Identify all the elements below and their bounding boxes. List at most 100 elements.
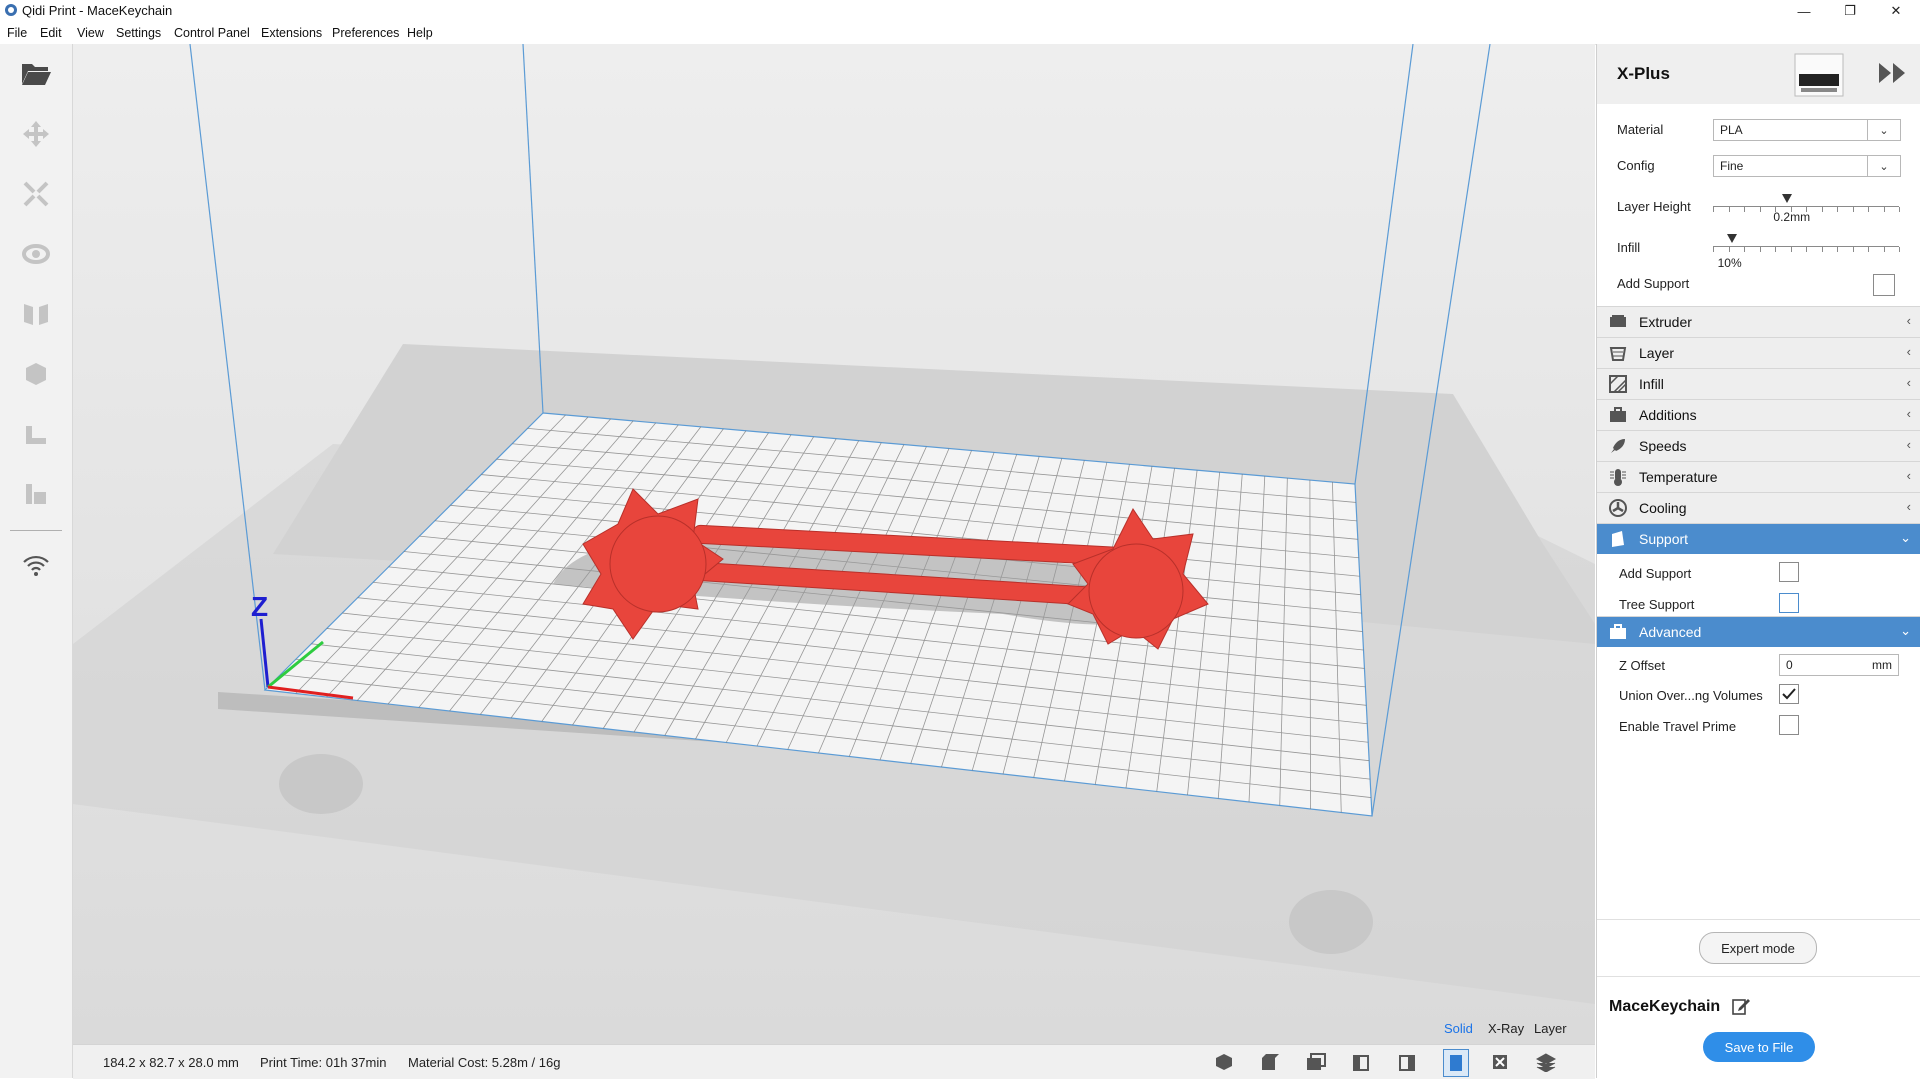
section-speeds[interactable]: Speeds ‹ bbox=[1597, 430, 1920, 461]
section-label: Temperature bbox=[1639, 469, 1718, 485]
expert-mode-button[interactable]: Expert mode bbox=[1699, 932, 1817, 964]
view-3d-icon bbox=[1216, 1054, 1232, 1070]
move-tool[interactable] bbox=[12, 110, 60, 158]
menu-control-panel[interactable]: Control Panel bbox=[174, 26, 250, 40]
view-top-button[interactable] bbox=[1305, 1052, 1327, 1072]
config-value: Fine bbox=[1720, 159, 1744, 173]
view-solid-button[interactable] bbox=[1443, 1049, 1469, 1077]
view-mode-layer[interactable]: Layer bbox=[1534, 1021, 1567, 1036]
slider-tick bbox=[1821, 207, 1823, 212]
wifi-print-tool[interactable] bbox=[12, 542, 60, 590]
infill-slider[interactable] bbox=[1713, 234, 1900, 258]
infill-label: Infill bbox=[1617, 240, 1641, 255]
z-offset-value: 0 bbox=[1786, 658, 1793, 672]
printer-header: X-Plus bbox=[1597, 44, 1920, 104]
lay-flat-tool[interactable] bbox=[12, 470, 60, 518]
folder-open-icon bbox=[22, 64, 51, 85]
union-volumes-checkbox[interactable] bbox=[1779, 684, 1799, 704]
travel-prime-label: Enable Travel Prime bbox=[1619, 719, 1737, 734]
panel-divider bbox=[1597, 976, 1920, 977]
slider-thumb[interactable] bbox=[1726, 234, 1737, 243]
travel-prime-checkbox[interactable] bbox=[1779, 715, 1799, 735]
slider-tick bbox=[1899, 207, 1900, 212]
toolbar-divider bbox=[10, 530, 62, 531]
infill-value: 10% bbox=[1717, 256, 1742, 270]
support-add-support-checkbox[interactable] bbox=[1779, 562, 1799, 582]
minimize-button[interactable]: — bbox=[1781, 0, 1827, 22]
chevron-left-icon: ‹ bbox=[1906, 499, 1911, 514]
open-file-button[interactable] bbox=[12, 50, 60, 98]
additions-icon bbox=[1610, 407, 1626, 422]
chevron-left-icon: ‹ bbox=[1906, 406, 1911, 421]
menu-edit[interactable]: Edit bbox=[40, 26, 62, 40]
z-offset-input[interactable]: 0 mm bbox=[1779, 654, 1899, 676]
slider-tick bbox=[1713, 207, 1714, 212]
menu-help[interactable]: Help bbox=[407, 26, 433, 40]
restore-button[interactable]: ❐ bbox=[1827, 0, 1873, 22]
menu-view[interactable]: View bbox=[77, 26, 104, 40]
config-dropdown[interactable]: Fine ⌄ bbox=[1713, 155, 1901, 177]
material-dropdown[interactable]: PLA ⌄ bbox=[1713, 119, 1901, 141]
3d-viewport[interactable]: Z bbox=[73, 44, 1595, 1044]
slider-tick bbox=[1883, 247, 1885, 252]
slider-tick bbox=[1837, 247, 1838, 252]
wifi-icon bbox=[23, 555, 49, 576]
checkmark-icon bbox=[1782, 688, 1796, 700]
mirror-tool[interactable] bbox=[12, 290, 60, 338]
edit-job-name-button[interactable] bbox=[1731, 996, 1751, 1016]
view-right-button[interactable] bbox=[1397, 1052, 1419, 1072]
print-settings-panel: X-Plus Material PLA ⌄ Config Fine ⌄ Laye… bbox=[1596, 44, 1920, 1078]
menu-file[interactable]: File bbox=[7, 26, 27, 40]
menu-preferences[interactable]: Preferences bbox=[332, 26, 399, 40]
section-additions[interactable]: Additions ‹ bbox=[1597, 399, 1920, 430]
layer-icon bbox=[1609, 347, 1627, 361]
collapse-panel-button[interactable] bbox=[1875, 60, 1909, 86]
view-left-button[interactable] bbox=[1351, 1052, 1373, 1072]
section-advanced[interactable]: Advanced ⌄ bbox=[1597, 616, 1920, 647]
view-mode-xray[interactable]: X-Ray bbox=[1488, 1021, 1524, 1036]
view-layer-button[interactable] bbox=[1535, 1052, 1557, 1073]
view-xray-button[interactable] bbox=[1489, 1052, 1511, 1072]
material-label: Material bbox=[1617, 122, 1664, 137]
view-3d-button[interactable] bbox=[1213, 1052, 1235, 1072]
advanced-icon bbox=[1610, 624, 1626, 639]
view-right-icon bbox=[1399, 1055, 1415, 1071]
menu-settings[interactable]: Settings bbox=[116, 26, 161, 40]
z-offset-unit: mm bbox=[1872, 658, 1892, 672]
material-cost: Material Cost: 5.28m / 16g bbox=[408, 1055, 561, 1070]
add-support-checkbox[interactable] bbox=[1873, 274, 1895, 296]
chevron-left-icon: ‹ bbox=[1906, 375, 1911, 390]
menu-extensions[interactable]: Extensions bbox=[261, 26, 322, 40]
chevron-left-icon: ‹ bbox=[1906, 437, 1911, 452]
section-cooling[interactable]: Cooling ‹ bbox=[1597, 492, 1920, 523]
scale-tool[interactable] bbox=[12, 170, 60, 218]
close-button[interactable]: ✕ bbox=[1873, 0, 1919, 22]
section-layer[interactable]: Layer ‹ bbox=[1597, 337, 1920, 368]
slider-tick bbox=[1790, 247, 1792, 252]
speeds-icon bbox=[1611, 439, 1625, 453]
section-support[interactable]: Support ⌄ bbox=[1597, 523, 1920, 554]
slider-tick bbox=[1728, 207, 1730, 212]
cooling-icon bbox=[1609, 499, 1627, 517]
view-mode-solid[interactable]: Solid bbox=[1444, 1021, 1473, 1036]
slider-tick bbox=[1868, 207, 1869, 212]
save-to-file-button[interactable]: Save to File bbox=[1703, 1032, 1815, 1062]
section-extruder[interactable]: Extruder ‹ bbox=[1597, 306, 1920, 337]
plate-foot-left bbox=[279, 754, 363, 814]
view-front-button[interactable] bbox=[1259, 1052, 1281, 1072]
section-infill[interactable]: Infill ‹ bbox=[1597, 368, 1920, 399]
section-temperature[interactable]: Temperature ‹ bbox=[1597, 461, 1920, 492]
rotate-tool[interactable] bbox=[12, 230, 60, 278]
slider-tick bbox=[1821, 247, 1823, 252]
view-solid-icon bbox=[1450, 1055, 1462, 1071]
section-label: Infill bbox=[1639, 376, 1664, 392]
per-model-settings-tool[interactable] bbox=[12, 350, 60, 398]
status-bar: 184.2 x 82.7 x 28.0 mm Print Time: 01h 3… bbox=[73, 1044, 1595, 1079]
per-model-settings-icon bbox=[26, 363, 46, 385]
view-xray-icon bbox=[1493, 1055, 1507, 1069]
support-blocker-tool[interactable] bbox=[12, 410, 60, 458]
slider-tick bbox=[1899, 247, 1900, 252]
tree-support-checkbox[interactable] bbox=[1779, 593, 1799, 613]
add-support-label: Add Support bbox=[1617, 276, 1690, 291]
slider-thumb[interactable] bbox=[1782, 194, 1793, 203]
